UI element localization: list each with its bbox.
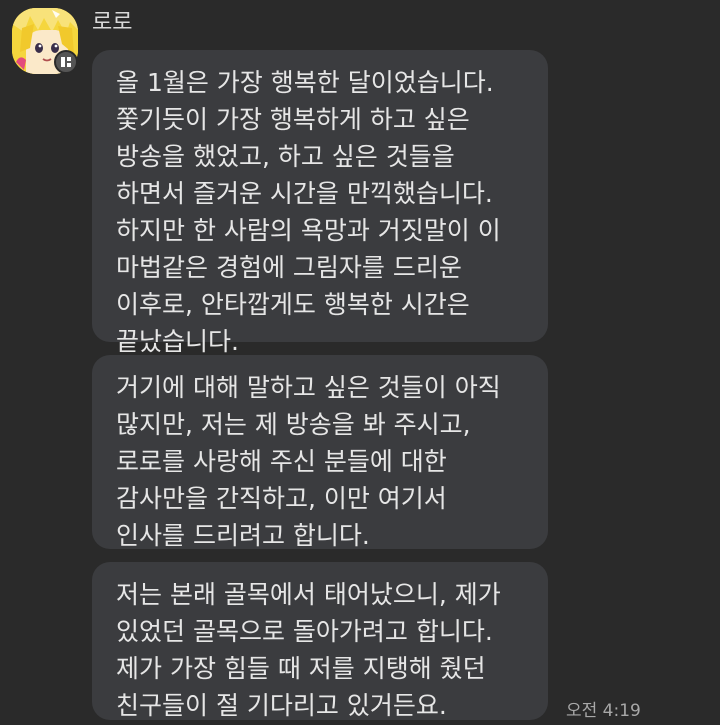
message-line: 있었던 골목으로 돌아가려고 합니다. — [116, 617, 493, 646]
message-line: 많지만, 저는 제 방송을 봐 주시고, — [116, 410, 471, 439]
message-line: 하지만 한 사람의 욕망과 거짓말이 이 — [116, 216, 501, 245]
message-line: 쫓기듯이 가장 행복하게 하고 싶은 — [116, 105, 470, 134]
message-bubble[interactable]: 올 1월은 가장 행복한 달이었습니다. 쫓기듯이 가장 행복하게 하고 싶은 … — [92, 50, 548, 356]
message-line: 이후로, 안타깝게도 행복한 시간은 — [116, 290, 470, 319]
message-bubble[interactable]: 거기에 대해 말하고 싶은 것들이 아직 많지만, 저는 제 방송을 봐 주시고… — [92, 355, 548, 550]
message-line: 친구들이 절 기다리고 있거든요. — [116, 691, 447, 720]
message-line: 마법같은 경험에 그림자를 드리운 — [116, 253, 462, 282]
message-line: 로로를 사랑해 주신 분들에 대한 — [116, 447, 447, 476]
profile-badge-icon — [54, 50, 78, 74]
message-line: 저는 본래 골목에서 태어났으니, 제가 — [116, 580, 501, 609]
message-line: 감사만을 간직하고, 이만 여기서 — [116, 484, 447, 513]
sender-name: 로로 — [92, 10, 133, 35]
message-line: 거기에 대해 말하고 싶은 것들이 아직 — [116, 373, 501, 402]
message-line: 방송을 했었고, 하고 싶은 것들을 — [116, 142, 455, 171]
message-timestamp: 오전 4:19 — [566, 701, 641, 721]
message-line: 인사를 드리려고 합니다. — [116, 521, 370, 550]
message-line: 하면서 즐거운 시간을 만끽했습니다. — [116, 179, 493, 208]
message-bubble[interactable]: 저는 본래 골목에서 태어났으니, 제가 있었던 골목으로 돌아가려고 합니다.… — [92, 562, 548, 720]
message-line: 제가 가장 힘들 때 저를 지탱해 줬던 — [116, 654, 486, 683]
message-line: 올 1월은 가장 행복한 달이었습니다. — [116, 68, 494, 97]
